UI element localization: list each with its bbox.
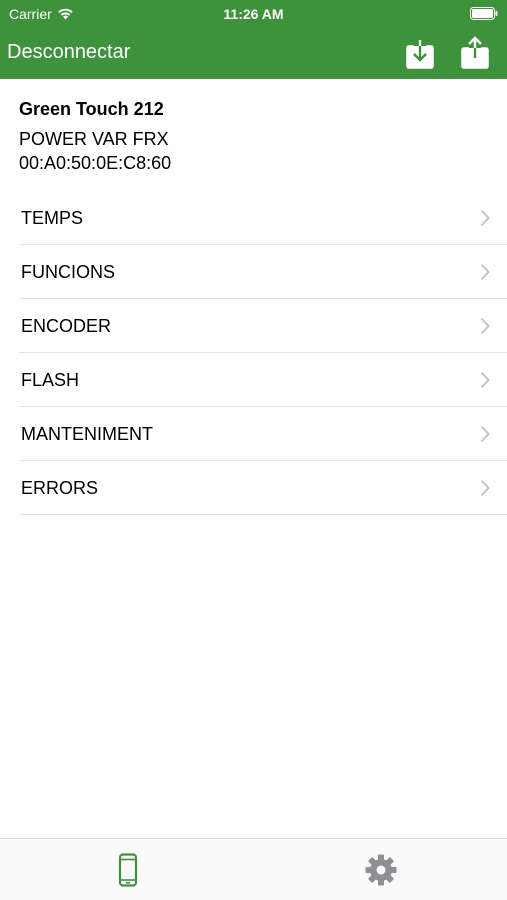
app-header: Carrier 11:26 AM Desconnectar [0,0,507,79]
chevron-right-icon [480,317,490,335]
tab-bar [0,838,507,900]
chevron-right-icon [480,479,490,497]
gear-icon[interactable] [364,853,398,887]
chevron-right-icon [480,263,490,281]
status-bar: Carrier 11:26 AM [0,0,507,28]
device-name: Green Touch 212 [19,99,164,119]
menu-item-errors[interactable]: ERRORS [19,461,507,515]
menu-item-label: FLASH [21,370,80,390]
menu-item-label: ERRORS [21,478,99,498]
share-icon[interactable] [460,36,490,70]
device-info: Green Touch 212 POWER VAR FRX 00:A0:50:0… [19,98,171,174]
menu-item-label: MANTENIMENT [21,424,153,444]
menu-item-flash[interactable]: FLASH [19,353,507,407]
menu-item-label: ENCODER [21,316,112,336]
disconnect-button[interactable]: Desconnectar [7,41,130,64]
chevron-right-icon [480,371,490,389]
menu-item-temps[interactable]: TEMPS [19,191,507,245]
chevron-right-icon [480,425,490,443]
menu-item-manteniment[interactable]: MANTENIMENT [19,407,507,461]
menu-list: TEMPS FUNCIONS ENCODER FLASH MANTENIMENT… [19,191,507,515]
navigation-bar: Desconnectar [0,28,507,79]
battery-icon [470,7,498,20]
menu-item-label: FUNCIONS [21,262,115,282]
status-time: 11:26 AM [223,6,284,22]
device-mac-address: 00:A0:50:0E:C8:60 [19,153,172,173]
menu-item-funcions[interactable]: FUNCIONS [19,245,507,299]
menu-item-encoder[interactable]: ENCODER [19,299,507,353]
device-model: POWER VAR FRX [19,129,169,149]
chevron-right-icon [480,209,490,227]
download-icon[interactable] [405,36,435,70]
menu-item-label: TEMPS [21,208,84,228]
phone-icon[interactable] [111,853,145,887]
